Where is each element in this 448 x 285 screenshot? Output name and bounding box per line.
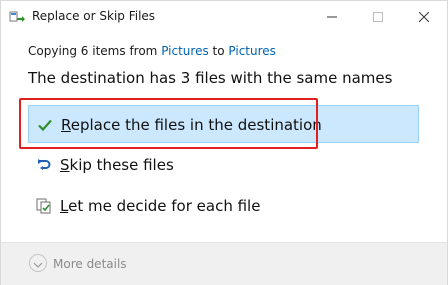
title-bar: Replace or Skip Files — [1, 1, 447, 32]
more-details-toggle[interactable] — [29, 254, 47, 272]
skip-files-label: Skip these files — [60, 156, 174, 174]
more-details-label[interactable]: More details — [53, 257, 127, 271]
replace-or-skip-dialog: Replace or Skip Files Copying 6 items fr… — [0, 0, 448, 285]
decide-access-key: L — [60, 197, 69, 215]
destination-folder-link[interactable]: Pictures — [228, 44, 276, 58]
maximize-button[interactable] — [355, 1, 401, 32]
compare-files-icon — [36, 198, 52, 214]
skip-arrow-icon — [36, 157, 52, 173]
close-button[interactable] — [401, 1, 447, 32]
skip-label-rest: kip these files — [69, 156, 174, 174]
conflict-message: The destination has 3 files with the sam… — [28, 69, 393, 87]
minimize-icon — [327, 7, 337, 26]
copy-prefix: Copying 6 items from — [28, 44, 162, 58]
minimize-button[interactable] — [309, 1, 355, 32]
decide-each-file-label: Let me decide for each file — [60, 197, 260, 215]
window-title: Replace or Skip Files — [32, 9, 156, 23]
copy-status: Copying 6 items from Pictures to Picture… — [28, 44, 276, 58]
red-highlight-annotation — [19, 98, 318, 149]
copy-middle: to — [208, 44, 229, 58]
source-folder-link[interactable]: Pictures — [161, 44, 209, 58]
close-icon — [418, 7, 430, 26]
maximize-icon — [373, 7, 383, 26]
dialog-footer: More details — [1, 242, 447, 285]
chevron-down-icon — [33, 254, 43, 273]
skip-files-option[interactable]: Skip these files — [28, 146, 419, 184]
decide-label-rest: et me decide for each file — [68, 197, 261, 215]
file-move-icon — [9, 9, 25, 23]
decide-each-file-option[interactable]: Let me decide for each file — [28, 187, 419, 225]
skip-access-key: S — [60, 156, 70, 174]
